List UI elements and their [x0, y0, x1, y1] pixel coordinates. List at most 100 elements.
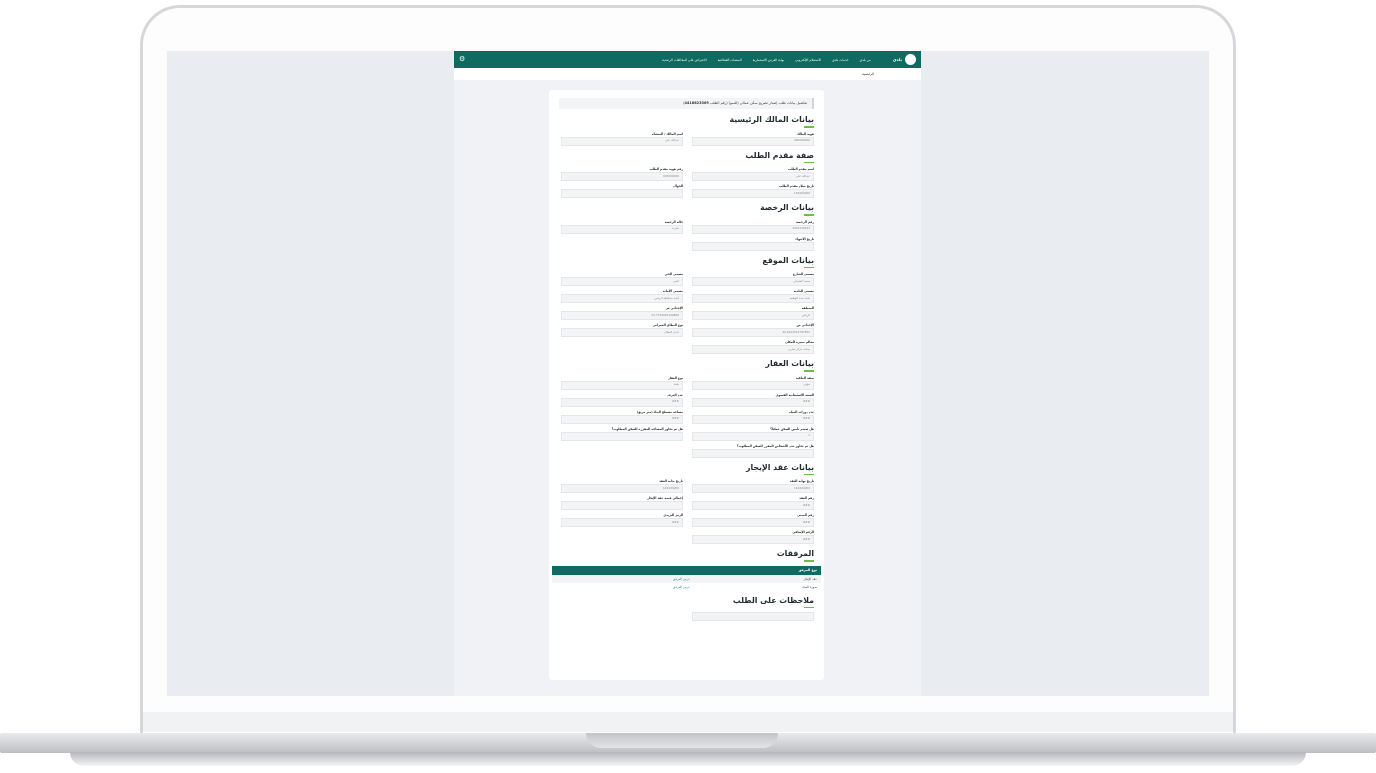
laptop-screen: بلدي من بلدي خدمات بلدي الاستعلام الإلكت… [167, 51, 1209, 696]
field-label: الجوال [673, 184, 683, 188]
table-row: صورة الصك عرض المرفق [552, 583, 821, 591]
field-label: حالة الرخصة [664, 219, 683, 224]
property-fields: صفة الملكية مؤجر نوع العقار شقة السعة ال… [559, 376, 814, 458]
applicant-section-title: صفة مقدم الطلب [745, 150, 814, 160]
property-section-title: بيانات العقار [765, 359, 814, 368]
applicant-dob-field: تاريخ ميلاد مقدم الطلب 1399/00/00 [692, 184, 814, 198]
coord-x-field: الإحداثي س 24.7744045169868 [561, 306, 683, 320]
field-value: شقة [561, 380, 683, 390]
field-value [561, 189, 683, 198]
field-label: المنطقة [801, 306, 814, 310]
balady-logo[interactable]: بلدي [893, 54, 916, 65]
field-label: هل سيتم تأمين السكن عمليًا؟ [770, 426, 814, 431]
applicant-fields: اسم مقدم الطلب عبدالله علي رقم هوية مقدم… [559, 167, 814, 198]
license-expiry-field: تاريخ الانتهاء [692, 237, 814, 251]
nav-item-about[interactable]: من بلدي [860, 58, 871, 62]
field-label: عدد دورات المياه [789, 409, 814, 414]
field-value: مؤجر [692, 380, 814, 390]
field-value: الرياض [692, 311, 814, 320]
request-details-card: تفاصيل بيانات طلب إصدار تصريح سكن عمالي … [549, 90, 824, 680]
coord-y-field: الإحداثي ص 46.6444512787852 [692, 323, 814, 337]
amanah-field: مسمى الأمانة أمانة محافظة الرياض [561, 289, 683, 303]
field-label: مسمى الحي [664, 272, 683, 276]
field-value: عبدالله علي [692, 172, 814, 181]
request-header-text: تفاصيل بيانات طلب إصدار تصريح سكن عمالي … [708, 101, 807, 105]
field-value: 000000000 [561, 172, 683, 181]
field-value: الحي [561, 277, 683, 286]
section-underline [804, 214, 814, 216]
owner-id-field: هوية المالك 000000000 [692, 132, 814, 146]
section-underline [804, 126, 814, 128]
field-value: ### [561, 397, 683, 407]
request-header: تفاصيل بيانات طلب إصدار تصريح سكن عمالي … [559, 98, 814, 109]
field-label: معالم مميزة للمكان [785, 340, 814, 344]
attachments-section-title: المرفقات [776, 549, 814, 558]
field-label: تاريخ بداية العقد [659, 479, 683, 483]
field-value: 000000000 [692, 136, 814, 146]
additional-number-field: الرقم الإضافي ### [692, 530, 814, 544]
nav-item-platforms[interactable]: المنصات القطاعية [718, 58, 742, 62]
notes-section-title: ملاحظات على الطلب [732, 595, 814, 605]
rooms-field: عدد الغرف ### [561, 393, 683, 407]
field-label: اسم مقدم الطلب [788, 167, 814, 171]
postal-code-field: الرمز البريدي ### [561, 513, 683, 527]
nav-menu: من بلدي خدمات بلدي الاستعلام الإلكتروني … [662, 58, 871, 62]
nav-item-services[interactable]: خدمات بلدي [832, 58, 848, 62]
location-fields: مسمى الشارع محمد العثماني مسمى الحي الحي… [559, 272, 814, 354]
top-navbar: بلدي من بلدي خدمات بلدي الاستعلام الإلكت… [454, 51, 921, 68]
field-value: 46.6444512787852 [692, 328, 814, 337]
field-value: داخل النطاق [561, 328, 683, 337]
field-value: ### [561, 414, 683, 424]
field-value: ### [692, 414, 814, 424]
field-label: نوع العقار [668, 375, 683, 380]
field-label: تاريخ الانتهاء [795, 236, 814, 241]
region-field: المنطقة الرياض [692, 306, 814, 320]
lease-end-field: تاريخ نهاية العقد 1444/00/00 [692, 479, 814, 493]
section-underline [804, 161, 814, 163]
bathrooms-field: عدد دورات المياه ### [692, 410, 814, 424]
field-value: عبدالله علي [561, 136, 683, 146]
location-section-title: بيانات الموقع [762, 255, 814, 265]
landmark-field: معالم مميزة للمكان بجانب مركز تجاري [692, 340, 814, 354]
field-label: عدد الغرف [667, 392, 683, 397]
section-underline [804, 606, 814, 608]
field-value: بلدية جدة الوطنية [692, 294, 814, 303]
section-underline [804, 560, 814, 562]
nav-item-objection[interactable]: الاعتراض على المخالفات الرصدية [662, 58, 707, 62]
request-number: 4416823369 [684, 101, 709, 105]
field-label: رقم العقد [799, 496, 814, 500]
field-value [692, 241, 814, 251]
field-label: الإحداثي ص [796, 323, 814, 327]
section-underline [804, 370, 814, 372]
field-label: صفة الملكية [795, 375, 814, 380]
settings-gear-icon[interactable]: ⚙ [459, 56, 465, 63]
nav-item-inquiry[interactable]: الاستعلام الإلكتروني [795, 58, 821, 62]
attachments-table-header: نوع المرفق [552, 565, 821, 575]
field-value [561, 431, 683, 441]
capacity-field: السعة الاستيعابية القصوى ### [692, 393, 814, 407]
field-value: ### [692, 518, 814, 527]
municipality-field: مسمى البلدية بلدية جدة الوطنية [692, 289, 814, 303]
logo-text: بلدي [892, 57, 902, 62]
section-underline [804, 473, 814, 475]
breadcrumb-home[interactable]: الرئيسية [862, 72, 874, 76]
view-attachment-link[interactable]: عرض المرفق [673, 585, 690, 591]
housing-secured-field: هل سيتم تأمين السكن عمليًا؟ لا [692, 427, 814, 441]
lease-start-field: تاريخ بداية العقد 1444/00/00 [561, 479, 683, 493]
attachments-table: نوع المرفق عقد الإيجار عرض المرفق صورة ا… [552, 565, 821, 591]
property-type-field: نوع العقار شقة [561, 376, 683, 390]
field-label: مسمى الأمانة [662, 289, 683, 293]
applicant-mobile-field: الجوال [561, 184, 683, 198]
field-label: رقم هوية مقدم الطلب [649, 167, 683, 171]
owner-name-field: اسم المالك / المنشأة عبدالله علي [561, 132, 683, 146]
building-area-field: مساحة مسطح البناء (متر مربع) ### [561, 410, 683, 424]
balady-app: بلدي من بلدي خدمات بلدي الاستعلام الإلكت… [454, 51, 921, 696]
nav-item-investment[interactable]: بوابة الفرص الاستثمارية [753, 58, 784, 62]
view-attachment-link[interactable]: عرض المرفق [673, 577, 690, 583]
field-value [561, 501, 683, 510]
license-status-field: حالة الرخصة سارية [561, 220, 683, 234]
laptop-base-bottom [70, 752, 1306, 766]
field-label: هل تم تجاوز عدد الأشخاص المقرر للسكن الم… [736, 443, 814, 448]
lease-section-title: بيانات عقد الإيجار [745, 462, 814, 472]
field-label: الإحداثي س [665, 306, 683, 310]
